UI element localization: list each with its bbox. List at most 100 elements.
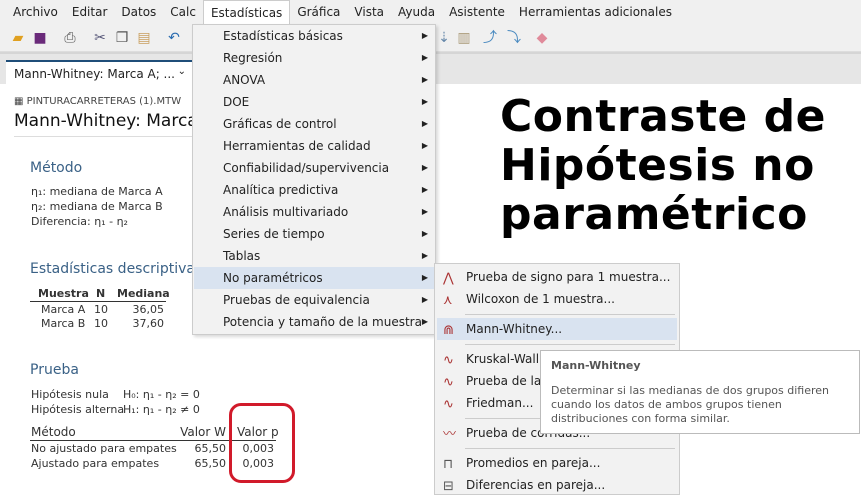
friedman-icon: ∿	[443, 397, 454, 412]
paste-icon[interactable]: ▤	[136, 30, 152, 46]
cell: No ajustado para empates	[31, 442, 177, 455]
menu-item-label: Series de tiempo	[223, 227, 325, 241]
menu-item[interactable]: Series de tiempo ▶	[194, 223, 434, 245]
col-mediana: Mediana	[117, 287, 170, 300]
menu-item[interactable]: Potencia y tamaño de la muestra ▶	[194, 311, 434, 333]
descriptivas-heading: Estadísticas descriptivas	[30, 261, 203, 277]
submenu-item[interactable]: ⊓ Promedios en pareja...	[437, 452, 677, 474]
brush-down-icon[interactable]: ⤵	[506, 30, 522, 46]
tab-mann-whitney[interactable]: Mann-Whitney: Marca A; ... ⌄	[6, 60, 192, 86]
menu-item[interactable]: Gráficas de control ▶	[194, 113, 434, 135]
divider	[14, 136, 194, 137]
metodo-heading: Método	[30, 160, 83, 176]
col-n: N	[96, 287, 106, 300]
menu-item[interactable]: Herramientas de calidad ▶	[194, 135, 434, 157]
menu-item[interactable]: Regresión ▶	[194, 47, 434, 69]
menu-item[interactable]: Pruebas de equivalencia ▶	[194, 289, 434, 311]
estadisticas-menu: Estadísticas básicas ▶ Regresión ▶ ANOVA ▶ DOE…	[192, 24, 436, 335]
menu-separator	[465, 314, 675, 315]
submenu-item[interactable]: ⋒ Mann-Whitney...	[437, 318, 677, 340]
cell: 10	[94, 317, 108, 330]
menu-asistente[interactable]: Asistente	[442, 0, 512, 25]
chevron-right-icon: ▶	[421, 163, 428, 172]
nula-label: Hipótesis nula	[31, 388, 109, 401]
cut-icon[interactable]: ✂	[92, 30, 108, 46]
tab-label: Mann-Whitney: Marca A; ...	[14, 67, 175, 81]
brush-up-icon[interactable]: ⤴	[482, 30, 498, 46]
mood-median-icon: ∿	[443, 375, 454, 390]
menu-item-label: Estadísticas básicas	[223, 29, 343, 43]
cell: Marca B	[41, 317, 86, 330]
submenu-item-label: Promedios en pareja...	[466, 456, 601, 470]
menu-separator	[465, 344, 675, 345]
menu-item[interactable]: ANOVA ▶	[194, 69, 434, 91]
menu-item[interactable]: Análisis multivariado ▶	[194, 201, 434, 223]
menu-item[interactable]: Confiabilidad/supervivencia ▶	[194, 157, 434, 179]
menu-item[interactable]: No paramétricos ▶	[194, 267, 434, 289]
metodo-line: η₂: mediana de Marca B	[31, 200, 163, 213]
metodo-line: Diferencia: η₁ - η₂	[31, 215, 128, 228]
menu-item-label: Tablas	[223, 249, 261, 263]
print-icon[interactable]: ⎙	[62, 30, 78, 46]
worksheet-name: PINTURACARRETERAS (1).MTW	[26, 96, 182, 107]
copy-icon[interactable]: ❐	[114, 30, 130, 46]
table-rule	[30, 301, 166, 302]
overlay-line: Hipótesis no	[500, 140, 815, 191]
submenu-item[interactable]: ⋏ Wilcoxon de 1 muestra...	[437, 288, 677, 310]
columns-icon[interactable]: ▥	[456, 30, 472, 46]
chevron-right-icon: ▶	[421, 97, 428, 106]
menu-item[interactable]: Tablas ▶	[194, 245, 434, 267]
menu-item-label: Analítica predictiva	[223, 183, 339, 197]
overlay-title: Contraste de Hipótesis no paramétrico	[500, 92, 826, 239]
menu-item-label: Potencia y tamaño de la muestra	[223, 315, 422, 329]
menu-grafica[interactable]: Gráfica	[290, 0, 347, 25]
chevron-right-icon: ▶	[421, 295, 428, 304]
submenu-item-label: Mann-Whitney...	[466, 322, 563, 336]
menu-calc[interactable]: Calc	[163, 0, 203, 25]
cell: 65,50	[194, 442, 227, 455]
submenu-item-label: Diferencias en pareja...	[466, 478, 606, 492]
menu-item-label: No paramétricos	[223, 271, 323, 285]
menu-ayuda[interactable]: Ayuda	[391, 0, 442, 25]
grid-icon: ▦	[14, 96, 27, 107]
submenu-item[interactable]: ⋀ Prueba de signo para 1 muestra...	[437, 266, 677, 288]
runs-test-icon: 〰	[443, 427, 457, 442]
chevron-right-icon: ▶	[421, 75, 428, 84]
menu-editar[interactable]: Editar	[65, 0, 115, 25]
chevron-right-icon: ▶	[421, 185, 428, 194]
menu-herramientas[interactable]: Herramientas adicionales	[512, 0, 679, 25]
menu-archivo[interactable]: Archivo	[6, 0, 65, 25]
cell: 36,05	[132, 303, 165, 316]
chevron-down-icon[interactable]: ⌄	[178, 66, 186, 77]
eraser-icon[interactable]: ◆	[534, 30, 550, 46]
menu-item[interactable]: Analítica predictiva ▶	[194, 179, 434, 201]
open-icon[interactable]: ▰	[10, 30, 26, 46]
menu-vista[interactable]: Vista	[347, 0, 391, 25]
wilcoxon-icon: ⋏	[443, 293, 453, 308]
col-muestra: Muestra	[38, 287, 89, 300]
col-valor-w: Valor W	[180, 425, 226, 439]
pairwise-differences-icon: ⊟	[443, 479, 454, 494]
chevron-right-icon: ▶	[421, 251, 428, 260]
sort-icon[interactable]: ⇣	[436, 30, 452, 46]
tooltip: Mann-Whitney Determinar si las medianas …	[540, 350, 860, 434]
menu-item-label: Confiabilidad/supervivencia	[223, 161, 390, 175]
submenu-item-label: Wilcoxon de 1 muestra...	[466, 292, 615, 306]
alterna-label: Hipótesis alterna	[31, 403, 125, 416]
chevron-right-icon: ▶	[421, 317, 428, 326]
sign-test-icon: ⋀	[443, 271, 454, 286]
menu-datos[interactable]: Datos	[114, 0, 163, 25]
menu-estadisticas[interactable]: Estadísticas	[202, 0, 291, 26]
chevron-right-icon: ▶	[421, 31, 428, 40]
worksheet-label: ▦ PINTURACARRETERAS (1).MTW	[14, 96, 181, 107]
tooltip-title: Mann-Whitney	[551, 359, 641, 372]
metodo-line: η₁: mediana de Marca A	[31, 185, 163, 198]
menu-item[interactable]: Estadísticas básicas ▶	[194, 25, 434, 47]
undo-icon[interactable]: ↶	[166, 30, 182, 46]
cell: 65,50	[194, 457, 227, 470]
menu-item[interactable]: DOE ▶	[194, 91, 434, 113]
menu-item-label: Análisis multivariado	[223, 205, 349, 219]
kruskal-wallis-icon: ∿	[443, 353, 454, 368]
highlight-box	[229, 403, 295, 483]
save-icon[interactable]: ■	[32, 30, 48, 46]
